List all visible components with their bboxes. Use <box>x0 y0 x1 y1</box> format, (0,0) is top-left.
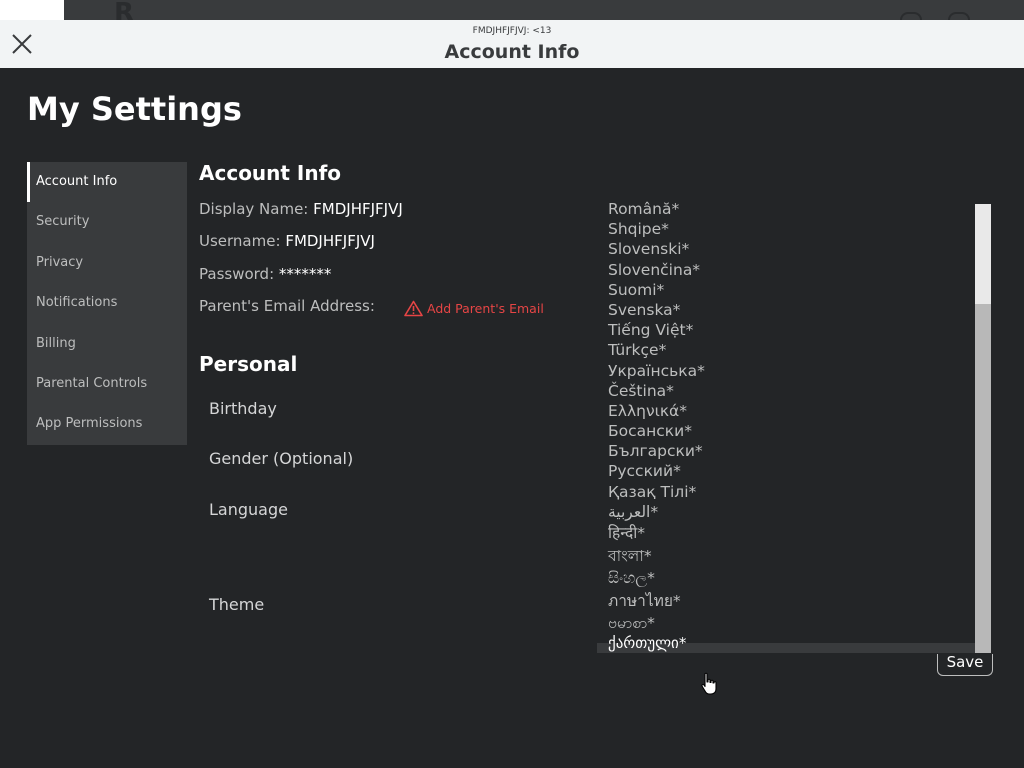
add-parent-email-link[interactable]: Add Parent's Email <box>404 300 544 317</box>
display-name-row: Display Name: FMDJHFJFJVJ <box>199 200 403 218</box>
username-row: Username: FMDJHFJFJVJ <box>199 232 375 250</box>
account-info-heading: Account Info <box>199 161 342 185</box>
birthday-label: Birthday <box>209 399 277 418</box>
personal-heading: Personal <box>199 352 298 376</box>
language-option-partial: ქართული* <box>608 634 687 652</box>
background-window-edge <box>0 0 64 20</box>
language-option[interactable]: Čeština* <box>608 381 705 401</box>
language-dropdown-list[interactable]: Română* Shqipe* Slovenski* Slovenčina* S… <box>597 197 991 653</box>
language-option[interactable]: हिन्दी* <box>608 522 705 545</box>
language-option[interactable]: Svenska* <box>608 300 705 320</box>
language-option[interactable]: Slovenski* <box>608 239 705 259</box>
highlighted-option-row[interactable]: ქართული* <box>597 634 975 653</box>
language-option[interactable]: සිංහල* <box>608 567 705 590</box>
hand-cursor-icon <box>701 672 717 695</box>
sidebar-item-account-info[interactable]: Account Info <box>27 162 187 203</box>
password-row: Password: ******* <box>199 265 331 283</box>
header-subtitle: FMDJHFJFJVJ: <13 <box>472 26 552 36</box>
language-option[interactable]: ภาษาไทย* <box>608 590 705 613</box>
sidebar-item-billing[interactable]: Billing <box>27 324 187 364</box>
sidebar-item-privacy[interactable]: Privacy <box>27 243 187 283</box>
page-title: My Settings <box>27 90 242 128</box>
language-option[interactable]: Türkçe* <box>608 340 705 360</box>
language-option[interactable]: Ελληνικά* <box>608 401 705 421</box>
header-title: Account Info <box>444 41 580 63</box>
username-label: Username: <box>199 232 281 250</box>
language-option[interactable]: Slovenčina* <box>608 260 705 280</box>
language-option[interactable]: ဗမာစာ* <box>608 612 705 635</box>
password-label: Password: <box>199 265 275 283</box>
gender-label: Gender (Optional) <box>209 449 354 468</box>
theme-label: Theme <box>209 595 265 614</box>
display-name-label: Display Name: <box>199 200 309 218</box>
language-label: Language <box>209 500 288 519</box>
title-bar: FMDJHFJFJVJ: <13 Account Info <box>0 20 1024 68</box>
language-option[interactable]: Босански* <box>608 421 705 441</box>
sidebar-item-security[interactable]: Security <box>27 202 187 242</box>
save-button[interactable]: Save <box>937 654 993 676</box>
parent-email-label: Parent's Email Address: <box>199 297 375 315</box>
language-option[interactable]: Suomi* <box>608 280 705 300</box>
display-name-value: FMDJHFJFJVJ <box>313 200 403 218</box>
language-option[interactable]: Shqipe* <box>608 219 705 239</box>
language-option[interactable]: Tiếng Việt* <box>608 320 705 340</box>
dropdown-scrollbar-thumb[interactable] <box>975 204 991 304</box>
background-app-bar: R <box>64 0 1024 28</box>
language-option[interactable]: Українська* <box>608 361 705 381</box>
language-option[interactable]: Română* <box>608 199 705 219</box>
sidebar-item-app-permissions[interactable]: App Permissions <box>27 404 187 444</box>
add-parent-email-text: Add Parent's Email <box>427 301 544 316</box>
language-option[interactable]: العربية* <box>608 502 705 522</box>
sidebar-item-notifications[interactable]: Notifications <box>27 283 187 323</box>
password-value: ******* <box>278 265 332 283</box>
language-option[interactable]: বাংলা* <box>608 545 705 568</box>
warning-icon <box>404 300 423 317</box>
username-value: FMDJHFJFJVJ <box>285 232 375 250</box>
sidebar-item-parental-controls[interactable]: Parental Controls <box>27 364 187 404</box>
language-options: Română* Shqipe* Slovenski* Slovenčina* S… <box>608 199 705 635</box>
language-option[interactable]: Български* <box>608 441 705 461</box>
language-option[interactable]: Русский* <box>608 461 705 481</box>
language-option[interactable]: Қазақ Тілі* <box>608 482 705 502</box>
settings-sidebar: Account Info Security Privacy Notificati… <box>27 162 187 445</box>
